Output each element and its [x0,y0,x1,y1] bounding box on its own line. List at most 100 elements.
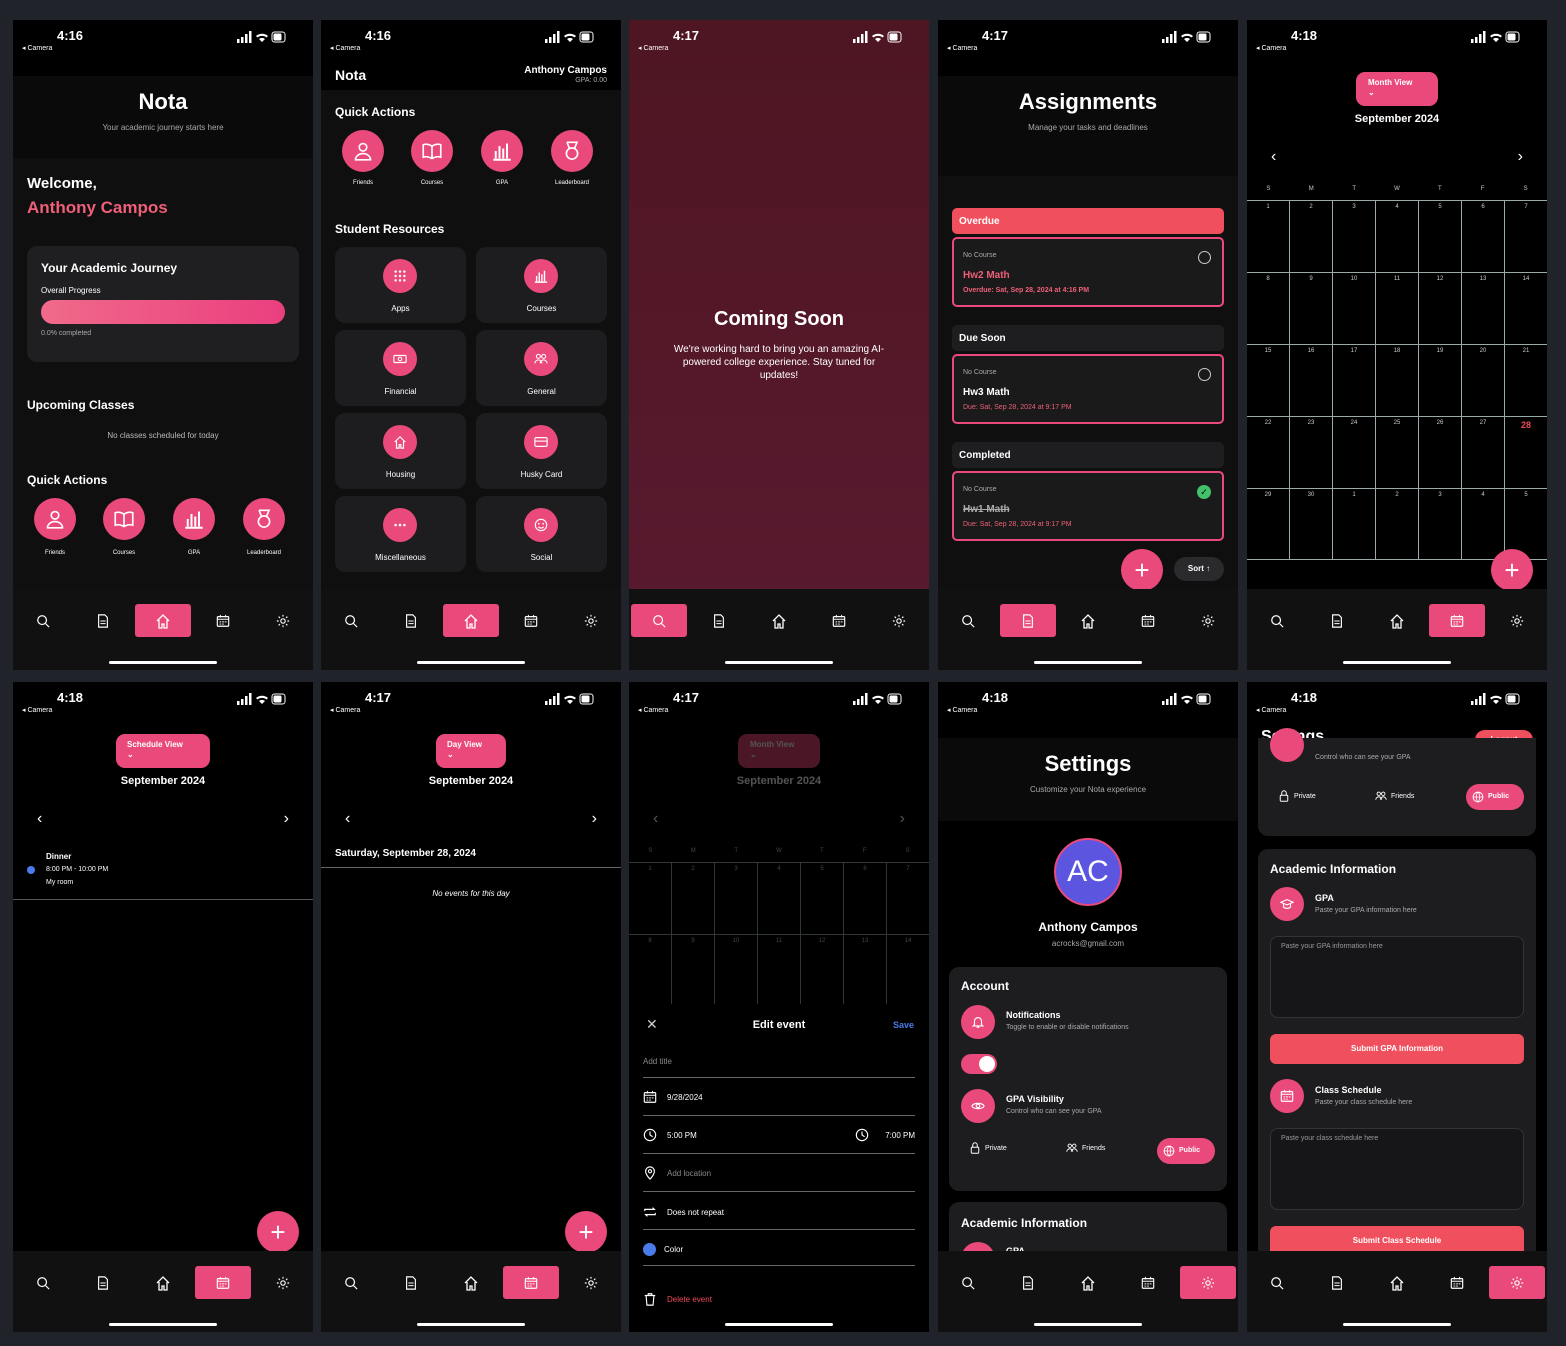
day-cell[interactable]: 22 [1247,416,1289,488]
tab-search[interactable] [15,604,71,637]
check-icon[interactable]: ✓ [1197,485,1211,499]
day-cell[interactable]: 14 [886,934,929,1006]
back-to-camera[interactable]: ◂ Camera [1256,44,1286,52]
avatar[interactable]: AC [1054,838,1122,906]
day-cell[interactable]: 21 [1504,344,1547,416]
back-to-camera[interactable]: ◂ Camera [947,44,977,52]
tab-settings[interactable] [1180,604,1236,637]
resource-courses[interactable]: Courses [476,247,607,323]
visibility-private[interactable]: Private [969,1145,1007,1152]
tab-assignments[interactable] [383,1266,439,1299]
day-cell[interactable]: 11 [1375,272,1418,344]
day-cell[interactable]: 4 [1375,200,1418,272]
visibility-friends[interactable]: Friends [1066,1145,1105,1152]
tab-home[interactable] [1060,1266,1116,1299]
day-cell[interactable]: 20 [1461,344,1504,416]
add-event-button[interactable]: + [565,1211,607,1253]
tab-home[interactable] [1369,604,1425,637]
qa-leaderboard[interactable]: Leaderboard [551,130,593,186]
tab-assignments[interactable] [383,604,439,637]
view-selector[interactable]: Month View ⌄ [1356,72,1438,106]
resource-financial[interactable]: Financial [335,330,466,406]
end-time[interactable]: 7:00 PM [855,1128,915,1146]
day-cell[interactable]: 27 [1461,416,1504,488]
qa-friends[interactable]: Friends [34,498,76,556]
tab-settings[interactable] [563,604,619,637]
day-cell[interactable]: 9 [1289,272,1332,344]
resource-social[interactable]: Social [476,496,607,572]
day-cell[interactable]: 1 [1247,200,1289,272]
day-cell[interactable]: 8 [629,934,671,1006]
day-cell[interactable]: 11 [757,934,800,1006]
tab-settings[interactable] [563,1266,619,1299]
day-cell[interactable]: 12 [800,934,843,1006]
tab-assignments[interactable] [1309,604,1365,637]
next-month-button[interactable]: › [1518,148,1523,166]
tab-assignments[interactable] [1309,1266,1365,1299]
day-cell[interactable]: 8 [1247,272,1289,344]
back-to-camera[interactable]: ◂ Camera [22,44,52,52]
back-to-camera[interactable]: ◂ Camera [638,706,668,714]
back-to-camera[interactable]: ◂ Camera [330,706,360,714]
tab-assignments[interactable] [75,1266,131,1299]
add-assignment-button[interactable]: + [1121,549,1163,591]
add-event-button[interactable]: + [257,1211,299,1253]
day-cell[interactable]: 29 [1247,488,1289,560]
tab-settings[interactable] [255,1266,311,1299]
visibility-public[interactable]: Public [1157,1138,1215,1164]
location-row[interactable]: Add location [643,1166,915,1184]
event-item[interactable]: Dinner 8:00 PM - 10:00 PM My room [27,850,299,896]
tab-assignments[interactable] [75,604,131,637]
day-cell[interactable]: 5 [1418,200,1461,272]
sort-button[interactable]: Sort ↑ [1174,557,1224,581]
prev-button[interactable]: ‹ [345,810,350,828]
tab-settings[interactable] [1180,1266,1236,1299]
day-cell[interactable]: 3 [714,862,757,934]
tab-calendar[interactable] [1120,1266,1176,1299]
day-cell[interactable]: 24 [1332,416,1375,488]
day-cell[interactable]: 6 [1461,200,1504,272]
tab-search[interactable] [1249,604,1305,637]
day-cell[interactable]: 2 [1375,488,1418,560]
assignment-card[interactable]: No Course Hw1 Math Due: Sat, Sep 28, 202… [952,471,1224,541]
day-cell[interactable]: 2 [1289,200,1332,272]
day-cell[interactable]: 2 [671,862,714,934]
resource-housing[interactable]: Housing [335,413,466,489]
back-to-camera[interactable]: ◂ Camera [22,706,52,714]
notifications-toggle[interactable] [961,1054,997,1074]
qa-leaderboard[interactable]: Leaderboard [243,498,285,556]
tab-home[interactable] [135,604,191,637]
next-button[interactable]: › [284,810,289,828]
resource-apps[interactable]: Apps [335,247,466,323]
date-row[interactable]: 9/28/2024 [643,1090,915,1108]
visibility-private[interactable]: Private [1278,793,1316,800]
prev-button[interactable]: ‹ [37,810,42,828]
back-to-camera[interactable]: ◂ Camera [330,44,360,52]
save-button[interactable]: Save [893,1020,914,1030]
qa-courses[interactable]: Courses [103,498,145,556]
tab-calendar[interactable] [195,604,251,637]
tab-calendar[interactable] [1429,604,1485,637]
day-cell[interactable]: 30 [1289,488,1332,560]
tab-search[interactable] [323,604,379,637]
day-cell[interactable]: 6 [843,862,886,934]
day-cell[interactable]: 13 [843,934,886,1006]
day-cell[interactable]: 14 [1504,272,1547,344]
gpa-textarea[interactable]: Paste your GPA information here [1270,936,1524,1018]
tab-calendar[interactable] [503,604,559,637]
resource-husky-card[interactable]: Husky Card [476,413,607,489]
assignment-card[interactable]: No Course Hw2 Math Overdue: Sat, Sep 28,… [952,237,1224,307]
tab-settings[interactable] [1489,1266,1545,1299]
day-cell[interactable]: 7 [886,862,929,934]
tab-settings[interactable] [1489,604,1545,637]
tab-assignments[interactable] [691,604,747,637]
delete-event-button[interactable]: Delete event [643,1292,763,1310]
view-selector[interactable]: Day View ⌄ [436,734,506,768]
add-event-button[interactable]: + [1491,549,1533,591]
repeat-row[interactable]: Does not repeat [643,1205,915,1223]
day-cell[interactable]: 10 [1332,272,1375,344]
qa-friends[interactable]: Friends [342,130,384,186]
tab-assignments[interactable] [1000,1266,1056,1299]
tab-home[interactable] [1060,604,1116,637]
tab-calendar[interactable] [811,604,867,637]
